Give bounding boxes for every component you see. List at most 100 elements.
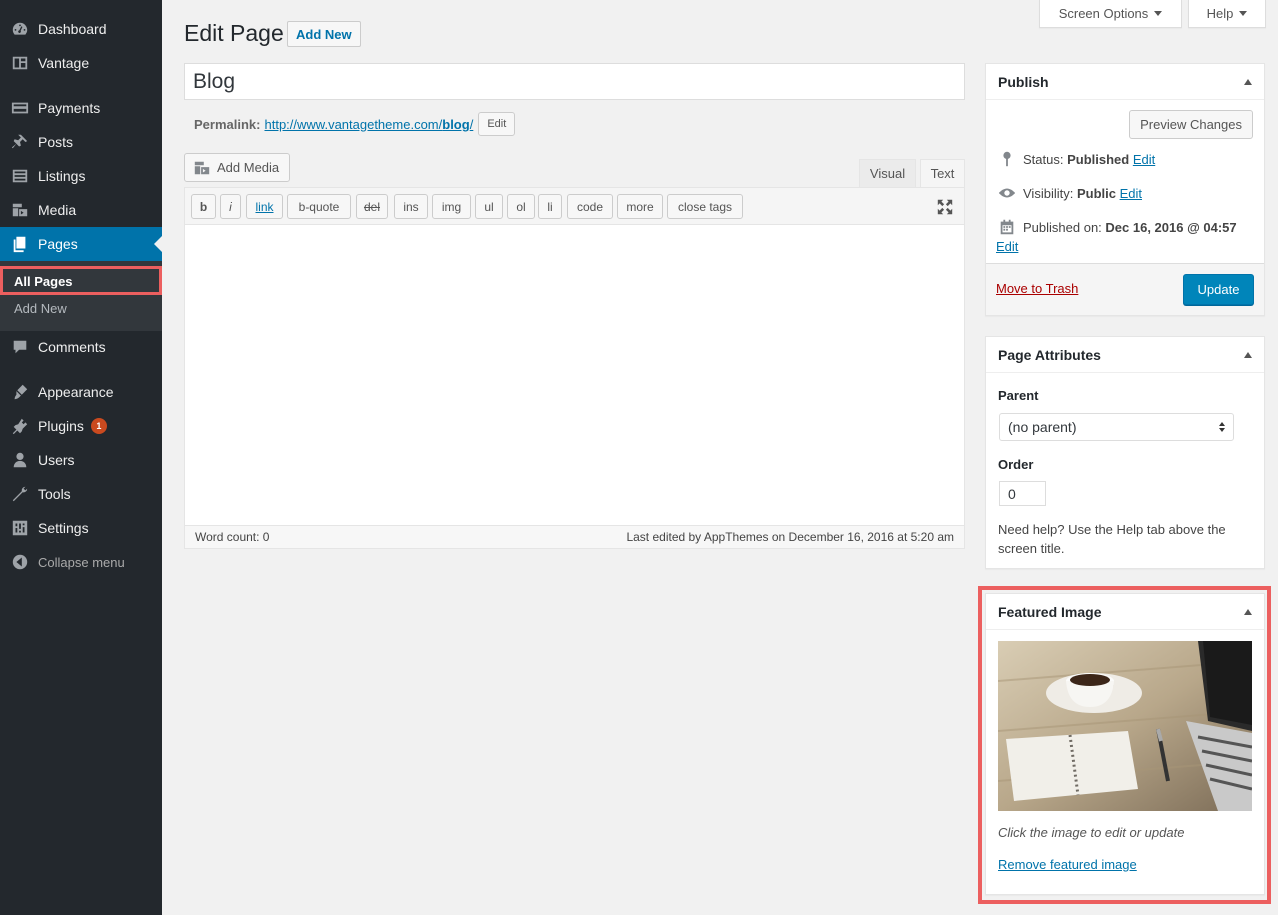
add-media-label: Add Media — [217, 160, 280, 175]
permalink-slug: blog — [442, 116, 470, 132]
edit-status-link[interactable]: Edit — [1133, 152, 1155, 167]
collapse-menu-label: Collapse menu — [38, 554, 125, 570]
submenu-add-new[interactable]: Add New — [14, 301, 67, 316]
calendar-icon — [1000, 219, 1014, 235]
tab-visual[interactable]: Visual — [859, 159, 916, 187]
plugins-icon — [10, 416, 30, 436]
sidebar-item-label: Posts — [38, 134, 74, 150]
vantage-icon — [10, 53, 30, 73]
post-title-input[interactable] — [184, 63, 965, 100]
caret-down-icon — [1154, 11, 1163, 16]
page-attributes-box: Page Attributes Parent (no parent) Order… — [985, 336, 1265, 569]
order-label: Order — [998, 457, 1034, 472]
add-media-button[interactable]: Add Media — [184, 153, 291, 182]
status-value: Published — [1067, 151, 1130, 167]
sidebar-item-tools[interactable]: Tools — [0, 477, 162, 511]
page-attributes-help: Need help? Use the Help tab above the sc… — [998, 522, 1226, 556]
qt-img-button[interactable]: img — [432, 194, 471, 219]
sidebar-item-label: Media — [38, 202, 77, 218]
parent-select-value: (no parent) — [1008, 419, 1077, 435]
status-row: Status: Published Edit — [998, 150, 1155, 168]
qt-code-button[interactable]: code — [567, 194, 613, 219]
featured-image-highlight — [978, 586, 1271, 904]
admin-sidebar: Dashboard Vantage Payments Posts Listing… — [0, 0, 162, 915]
parent-label: Parent — [998, 388, 1039, 403]
sidebar-item-label: Payments — [38, 100, 101, 116]
tab-text[interactable]: Text — [920, 159, 965, 187]
sidebar-item-listings[interactable]: Listings — [0, 159, 162, 193]
preview-changes-button[interactable]: Preview Changes — [1129, 110, 1253, 139]
comments-icon — [10, 337, 30, 357]
page-attributes-header[interactable]: Page Attributes — [986, 337, 1264, 373]
collapse-toggle-icon[interactable] — [1244, 351, 1252, 358]
appearance-icon — [10, 382, 30, 402]
publish-box-header[interactable]: Publish — [986, 64, 1264, 100]
qt-italic-button[interactable]: i — [220, 194, 241, 219]
qt-li-button[interactable]: li — [538, 194, 562, 219]
sidebar-item-appearance[interactable]: Appearance — [0, 375, 162, 409]
sidebar-item-payments[interactable]: Payments — [0, 91, 162, 125]
users-icon — [10, 450, 30, 470]
sidebar-item-label: Plugins — [38, 418, 84, 434]
visibility-row: Visibility: Public Edit — [998, 184, 1142, 202]
qt-ins-button[interactable]: ins — [394, 194, 428, 219]
qt-del-button[interactable]: del — [356, 194, 388, 219]
sidebar-item-label: Appearance — [38, 384, 114, 400]
sidebar-item-label: Vantage — [38, 55, 90, 71]
sidebar-item-media[interactable]: Media — [0, 193, 162, 227]
sidebar-item-label: Listings — [38, 168, 86, 184]
sidebar-item-settings[interactable]: Settings — [0, 511, 162, 545]
edit-date-link[interactable]: Edit — [996, 239, 1018, 254]
last-edited: Last edited by AppThemes on December 16,… — [626, 530, 954, 544]
fullscreen-icon[interactable] — [936, 198, 954, 216]
update-button[interactable]: Update — [1183, 274, 1254, 305]
pages-icon — [10, 234, 30, 254]
published-value: Dec 16, 2016 @ 04:57 — [1105, 219, 1237, 235]
sidebar-item-comments[interactable]: Comments — [0, 330, 162, 364]
page-attributes-title: Page Attributes — [998, 346, 1101, 363]
help-button[interactable]: Help — [1188, 0, 1266, 28]
sidebar-item-label: Dashboard — [38, 21, 107, 37]
edit-permalink-button[interactable]: Edit — [478, 112, 516, 136]
qt-link-button[interactable]: link — [246, 194, 283, 219]
media-icon — [10, 200, 30, 220]
sidebar-item-pages[interactable]: Pages — [0, 227, 162, 261]
pin-icon — [1003, 151, 1011, 167]
published-on-row: Published on: Dec 16, 2016 @ 04:57 — [998, 218, 1237, 236]
move-to-trash-link[interactable]: Move to Trash — [996, 281, 1078, 296]
dashboard-icon — [10, 19, 30, 39]
sidebar-item-label: Pages — [38, 236, 78, 252]
order-input[interactable] — [999, 481, 1046, 506]
collapse-icon — [10, 552, 30, 572]
caret-down-icon — [1239, 11, 1248, 16]
parent-select[interactable]: (no parent) — [999, 413, 1234, 441]
screen-options-button[interactable]: Screen Options — [1039, 0, 1182, 28]
qt-ul-button[interactable]: ul — [475, 194, 503, 219]
qt-ol-button[interactable]: ol — [507, 194, 535, 219]
sidebar-item-plugins[interactable]: Plugins 1 — [0, 409, 162, 443]
sidebar-item-dashboard[interactable]: Dashboard — [0, 12, 162, 46]
permalink-row: Permalink: http://www.vantagetheme.com/b… — [194, 112, 516, 136]
qt-more-button[interactable]: more — [617, 194, 663, 219]
published-label: Published on: — [1023, 219, 1102, 235]
content-editor[interactable]: b i link b-quote del ins img ul ol li co… — [184, 187, 965, 549]
qt-bold-button[interactable]: b — [191, 194, 216, 219]
word-count: Word count: 0 — [195, 530, 270, 544]
publish-box-title: Publish — [998, 73, 1049, 90]
sidebar-item-vantage[interactable]: Vantage — [0, 46, 162, 80]
permalink-link[interactable]: http://www.vantagetheme.com/blog/ — [264, 117, 473, 132]
select-arrows-icon — [1219, 422, 1225, 432]
sidebar-item-label: Tools — [38, 486, 71, 502]
editor-status-bar: Word count: 0 Last edited by AppThemes o… — [185, 525, 964, 548]
sidebar-item-posts[interactable]: Posts — [0, 125, 162, 159]
screen-options-label: Screen Options — [1058, 6, 1149, 21]
pin-icon — [10, 132, 30, 152]
sidebar-item-users[interactable]: Users — [0, 443, 162, 477]
qt-blockquote-button[interactable]: b-quote — [287, 194, 351, 219]
collapse-menu-button[interactable]: Collapse menu — [0, 545, 162, 579]
edit-visibility-link[interactable]: Edit — [1120, 186, 1142, 201]
add-new-page-button[interactable]: Add New — [287, 21, 361, 47]
all-pages-highlight — [0, 266, 162, 295]
collapse-toggle-icon[interactable] — [1244, 78, 1252, 85]
qt-close-tags-button[interactable]: close tags — [667, 194, 743, 219]
